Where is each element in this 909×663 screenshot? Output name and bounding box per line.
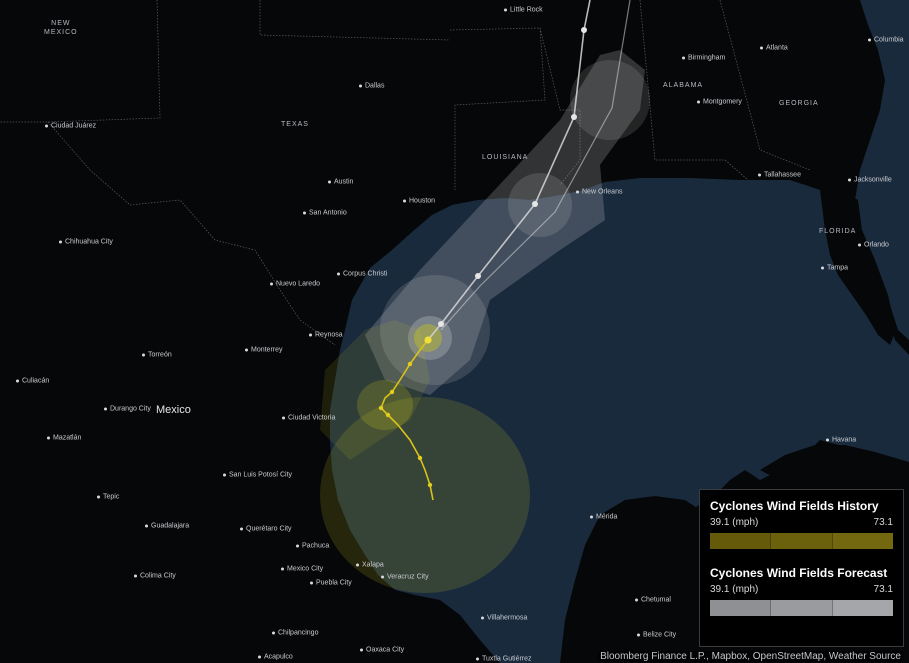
forecast-point	[532, 201, 538, 207]
legend-history-section: Cyclones Wind Fields History 39.1 (mph) …	[710, 498, 893, 549]
map-attribution[interactable]: Bloomberg Finance L.P., Mapbox, OpenStre…	[598, 651, 903, 662]
city-label: Colima City	[134, 573, 176, 580]
storm-current-position	[424, 336, 432, 344]
city-label: Atlanta	[760, 45, 788, 52]
city-label: Belize City	[637, 632, 676, 639]
region-label-georgia: GEORGIA	[779, 100, 819, 107]
city-label: Houston	[403, 198, 435, 205]
history-point	[417, 455, 423, 461]
city-label: Corpus Christi	[337, 271, 387, 278]
legend-history-title: Cyclones Wind Fields History	[710, 499, 879, 513]
legend-color-segment	[771, 600, 833, 616]
history-point	[427, 482, 433, 488]
city-label: Mérida	[590, 514, 617, 521]
city-label: Chetumal	[635, 597, 671, 604]
region-label-new-mexico: NEW MEXICO	[44, 20, 78, 36]
city-label: Querétaro City	[240, 526, 292, 533]
wind-field-legend: Cyclones Wind Fields History 39.1 (mph) …	[699, 489, 904, 647]
city-label: San Luis Potosí City	[223, 472, 292, 479]
city-label: Mazatlán	[47, 435, 81, 442]
legend-forecast-section: Cyclones Wind Fields Forecast 39.1 (mph)…	[710, 565, 893, 616]
city-label: Tallahassee	[758, 172, 801, 179]
legend-forecast-min: 39.1 (mph)	[710, 584, 759, 595]
city-label: Puebla City	[310, 580, 352, 587]
forecast-point	[571, 114, 577, 120]
history-point	[378, 405, 384, 411]
city-label: Durango City	[104, 406, 151, 413]
legend-color-segment	[832, 600, 893, 616]
forecast-point	[438, 321, 444, 327]
region-label-louisiana: LOUISIANA	[482, 154, 529, 161]
city-label: Veracruz City	[381, 574, 429, 581]
legend-forecast-range: 39.1 (mph) 73.1	[710, 583, 893, 596]
forecast-point	[581, 27, 587, 33]
history-point	[389, 389, 395, 395]
region-label-florida: FLORIDA	[819, 228, 857, 235]
forecast-point	[475, 273, 481, 279]
city-label: Birmingham	[682, 55, 725, 62]
legend-history-range: 39.1 (mph) 73.1	[710, 516, 893, 529]
city-label: Chihuahua City	[59, 239, 113, 246]
legend-forecast-max: 73.1	[873, 584, 893, 595]
city-label: Mexico City	[281, 566, 323, 573]
legend-color-segment	[710, 533, 772, 549]
legend-color-segment	[771, 533, 833, 549]
country-label-mexico: Mexico	[156, 404, 191, 416]
city-label: Monterrey	[245, 347, 283, 354]
region-label-alabama: ALABAMA	[663, 82, 704, 89]
city-label: Chilpancingo	[272, 630, 318, 637]
city-label: Jacksonville	[848, 177, 892, 184]
city-label: Tampa	[821, 265, 848, 272]
city-label: Pachuca	[296, 543, 329, 550]
legend-forecast-title: Cyclones Wind Fields Forecast	[710, 566, 888, 580]
history-point	[385, 412, 391, 418]
city-label: Montgomery	[697, 99, 742, 106]
city-label: Austin	[328, 179, 353, 186]
city-label: Reynosa	[309, 332, 343, 339]
city-label: Nuevo Laredo	[270, 281, 320, 288]
city-label: Little Rock	[504, 7, 543, 14]
city-label: Culiacán	[16, 378, 49, 385]
city-label: Villahermosa	[481, 615, 527, 622]
city-label: Guadalajara	[145, 523, 189, 530]
city-label: Ciudad Victoria	[282, 415, 335, 422]
history-point	[407, 361, 413, 367]
city-label: Dallas	[359, 83, 384, 90]
city-label: Tepic	[97, 494, 119, 501]
city-label: Xalapa	[356, 562, 384, 569]
city-label: Orlando	[858, 242, 889, 249]
city-label: San Antonio	[303, 210, 347, 217]
legend-color-segment	[832, 533, 893, 549]
legend-history-max: 73.1	[873, 517, 893, 528]
city-label: Acapulco	[258, 654, 293, 661]
region-label-texas: TEXAS	[281, 121, 309, 128]
city-label: Havana	[826, 437, 856, 444]
city-label: Oaxaca City	[360, 647, 404, 654]
legend-color-segment	[710, 600, 772, 616]
legend-history-color-bar	[710, 533, 893, 549]
legend-forecast-color-bar	[710, 600, 893, 616]
city-label: Ciudad Juárez	[45, 123, 96, 130]
legend-history-min: 39.1 (mph)	[710, 517, 759, 528]
city-label: New Orleans	[576, 189, 622, 196]
city-label: Torreón	[142, 352, 172, 359]
city-label: Columbia	[868, 37, 904, 44]
city-label: Tuxtla Gutiérrez	[476, 656, 532, 663]
